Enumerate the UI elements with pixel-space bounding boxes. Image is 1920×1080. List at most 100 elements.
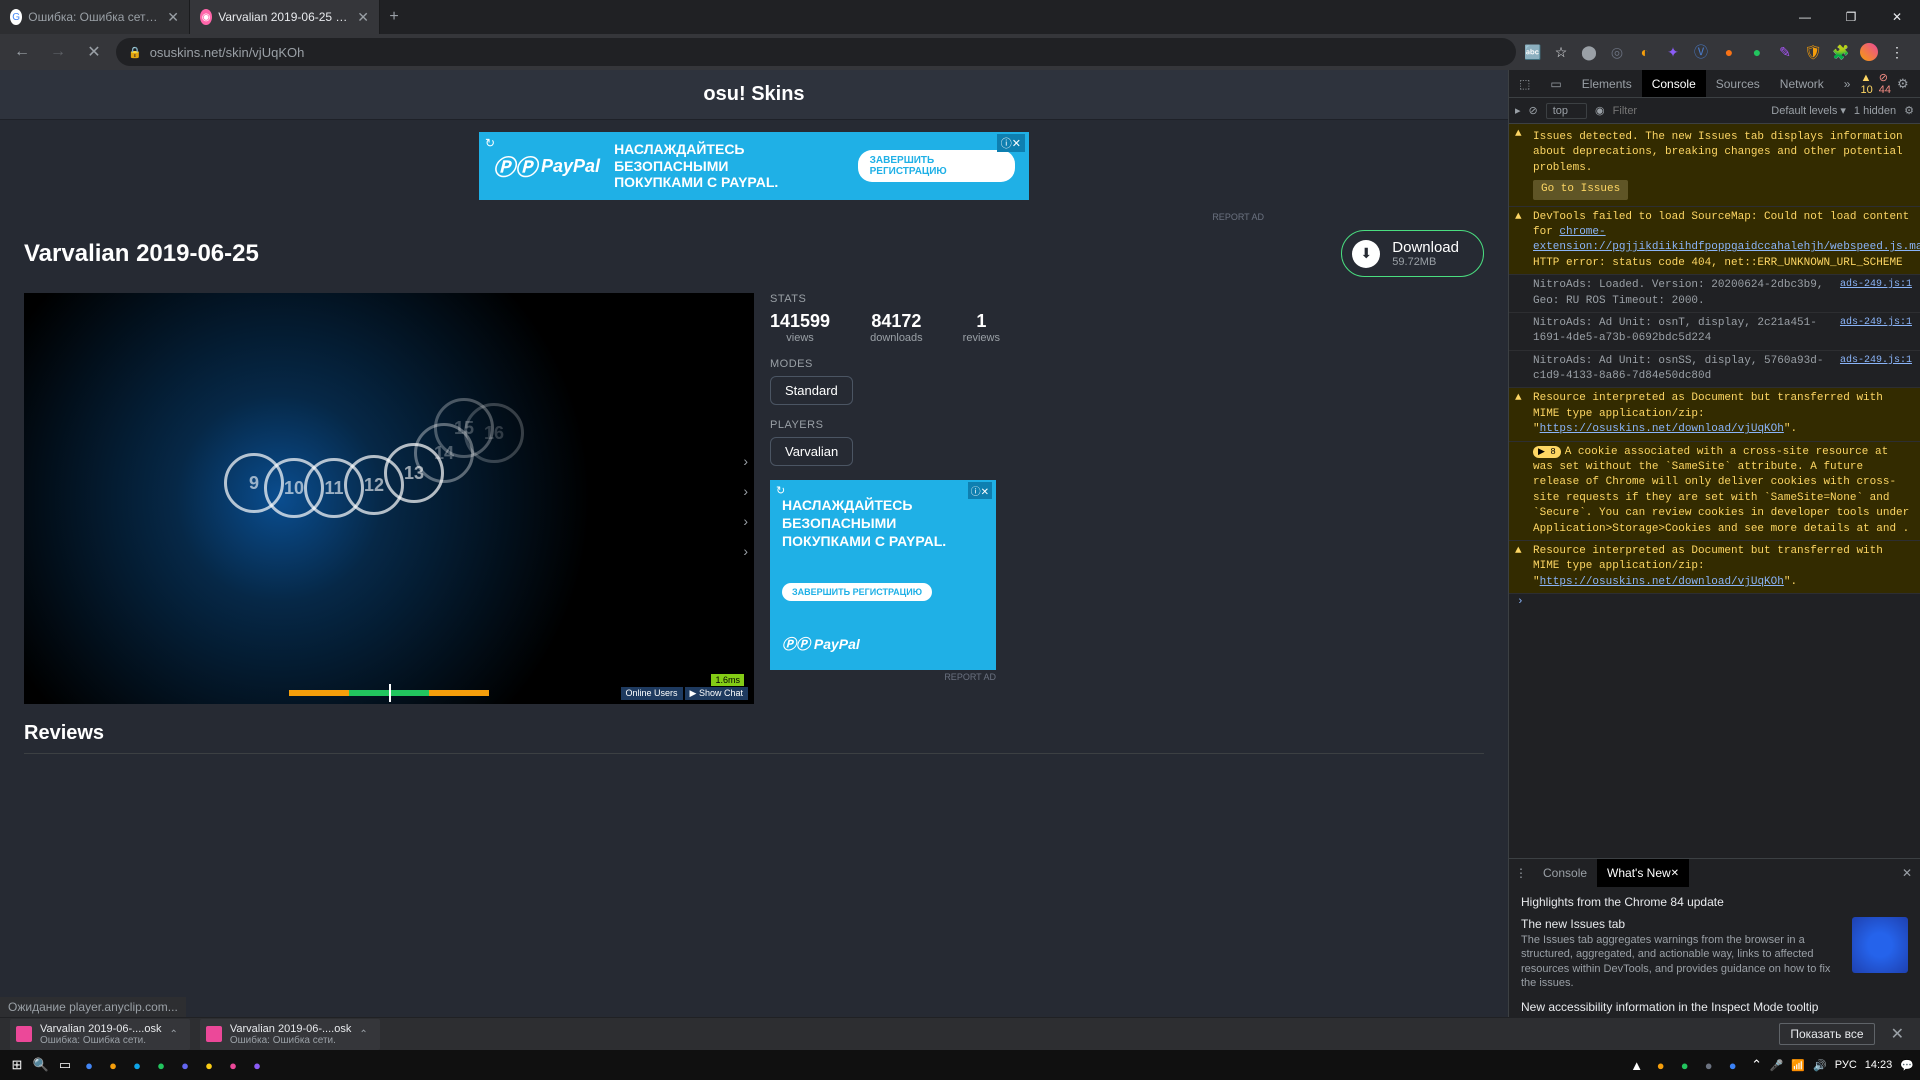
app-icon[interactable]: ● (78, 1054, 100, 1076)
tray-icon[interactable]: ● (1674, 1054, 1696, 1076)
report-ad-link[interactable]: REPORT AD (770, 672, 996, 682)
maximize-button[interactable]: ❐ (1828, 0, 1874, 34)
browser-tab[interactable]: ◉ Varvalian 2019-06-25 - osu! Skin ✕ (190, 0, 380, 34)
ad-close-icon[interactable]: ⓘ✕ (997, 134, 1025, 152)
extensions-menu-icon[interactable]: 🧩 (1832, 43, 1850, 61)
extension-icon[interactable]: 🛡 (1804, 43, 1822, 61)
app-icon[interactable]: ● (246, 1054, 268, 1076)
show-chat-button[interactable]: ▶ Show Chat (685, 687, 748, 700)
reload-icon[interactable]: ↻ (485, 136, 495, 150)
translate-icon[interactable]: 🔤 (1524, 43, 1542, 61)
browser-tab[interactable]: G Ошибка: Ошибка сети - Google ✕ (0, 0, 190, 34)
console-prompt[interactable]: › (1509, 594, 1920, 610)
app-icon[interactable]: ● (102, 1054, 124, 1076)
reload-stop-button[interactable]: ✕ (80, 38, 108, 66)
profile-icon[interactable] (1860, 43, 1878, 61)
download-button[interactable]: ⬇ Download 59.72MB (1341, 230, 1484, 277)
menu-icon[interactable]: ⋮ (1888, 43, 1906, 61)
chevron-up-icon[interactable]: ⌃ (359, 1029, 367, 1040)
new-tab-button[interactable]: + (380, 0, 408, 34)
banner-ad[interactable]: ↻ ⓘ✕ ⓅⓅPayPal НАСЛАЖДАЙТЕСЬ БЕЗОПАСНЫМИ … (479, 132, 1029, 200)
close-icon[interactable]: ✕ (167, 9, 179, 26)
eye-icon[interactable]: ◉ (1595, 104, 1605, 117)
bookmark-icon[interactable]: ☆ (1552, 43, 1570, 61)
online-users[interactable]: Online Users (621, 687, 683, 700)
tab-console[interactable]: Console (1642, 70, 1706, 97)
notifications-icon[interactable]: 💬 (1900, 1059, 1914, 1072)
start-button[interactable]: ⊞ (6, 1054, 28, 1076)
back-button[interactable]: ← (8, 38, 36, 66)
show-all-downloads-button[interactable]: Показать все (1779, 1023, 1874, 1045)
close-icon[interactable]: ✕ (1885, 1024, 1910, 1044)
highlight-item[interactable]: New accessibility information in the Ins… (1521, 1000, 1908, 1017)
chevron-up-icon[interactable]: ⌃ (169, 1029, 177, 1040)
clear-icon[interactable]: ⊘ (1529, 104, 1538, 117)
filter-input[interactable] (1613, 105, 1693, 117)
download-item[interactable]: Varvalian 2019-06-....oskОшибка: Ошибка … (10, 1019, 190, 1050)
drawer-tab-whatsnew[interactable]: What's New ✕ (1597, 859, 1689, 887)
ad-cta-button[interactable]: ЗАВЕРШИТЬ РЕГИСТРАЦИЮ (782, 583, 932, 601)
carousel-arrows[interactable]: ›››› (743, 453, 748, 559)
extension-icon[interactable]: ◐ (1636, 43, 1654, 61)
warn-count[interactable]: ▲ 10 (1860, 72, 1872, 96)
device-icon[interactable]: ▭ (1540, 70, 1571, 97)
tab-elements[interactable]: Elements (1572, 70, 1642, 97)
status-bar: Ожидание player.anyclip.com... (0, 997, 186, 1017)
tray-icon[interactable]: ● (1722, 1054, 1744, 1076)
menu-icon[interactable]: ⋮ (1509, 866, 1533, 880)
app-icon[interactable]: ● (174, 1054, 196, 1076)
highlight-item[interactable]: The new Issues tabThe Issues tab aggrega… (1521, 917, 1908, 990)
extension-icon[interactable]: ✦ (1664, 43, 1682, 61)
search-icon[interactable]: 🔍 (30, 1054, 52, 1076)
tray-icon[interactable]: ● (1650, 1054, 1672, 1076)
volume-icon[interactable]: 🔊 (1813, 1059, 1827, 1072)
gear-icon[interactable]: ⚙ (1904, 104, 1914, 117)
tab-sources[interactable]: Sources (1706, 70, 1770, 97)
language-indicator[interactable]: РУС (1835, 1059, 1857, 1071)
tray-icon[interactable]: ● (1698, 1054, 1720, 1076)
extension-icon[interactable]: ◎ (1608, 43, 1626, 61)
stat-reviews: 1reviews (963, 311, 1000, 344)
levels-select[interactable]: Default levels ▾ (1771, 104, 1846, 117)
report-ad-link[interactable]: REPORT AD (24, 212, 1264, 222)
extension-icon[interactable]: ● (1748, 43, 1766, 61)
err-count[interactable]: ⊘ 44 (1879, 71, 1891, 96)
menu-icon[interactable]: ⋮ (1915, 76, 1920, 92)
go-to-issues-button[interactable]: Go to Issues (1533, 180, 1628, 199)
tab-network[interactable]: Network (1770, 70, 1834, 97)
ad-cta-button[interactable]: ЗАВЕРШИТЬ РЕГИСТРАЦИЮ (858, 150, 1015, 182)
gear-icon[interactable]: ⚙ (1897, 76, 1909, 92)
extension-icon[interactable]: ⬤ (1580, 43, 1598, 61)
clock[interactable]: 14:23 (1865, 1059, 1893, 1071)
inspect-icon[interactable]: ⬚ (1509, 70, 1540, 97)
sidebar-ad[interactable]: ↻ ⓘ✕ НАСЛАЖДАЙТЕСЬ БЕЗОПАСНЫМИ ПОКУПКАМИ… (770, 480, 996, 670)
app-icon[interactable]: ● (198, 1054, 220, 1076)
close-icon[interactable]: ✕ (357, 9, 369, 26)
app-icon[interactable]: ● (222, 1054, 244, 1076)
more-tabs-icon[interactable]: » (1834, 70, 1861, 97)
download-item[interactable]: Varvalian 2019-06-....oskОшибка: Ошибка … (200, 1019, 380, 1050)
close-icon[interactable]: ✕ (1894, 866, 1920, 880)
wifi-icon[interactable]: 📶 (1791, 1059, 1805, 1072)
taskview-icon[interactable]: ▭ (54, 1054, 76, 1076)
extension-icon[interactable]: Ⓥ (1692, 43, 1710, 61)
extension-icon[interactable]: ✎ (1776, 43, 1794, 61)
reload-icon[interactable]: ↻ (776, 484, 785, 497)
tray-icon[interactable]: ▲ (1626, 1054, 1648, 1076)
context-select[interactable]: top (1546, 103, 1587, 119)
forward-button[interactable]: → (44, 38, 72, 66)
extension-icon[interactable]: ● (1720, 43, 1738, 61)
eye-icon[interactable]: ▸ (1515, 104, 1521, 117)
drawer-tab-console[interactable]: Console (1533, 859, 1597, 887)
player-chip[interactable]: Varvalian (770, 437, 853, 466)
address-bar[interactable]: 🔒 osuskins.net/skin/vjUqKOh (116, 38, 1516, 66)
app-icon[interactable]: ● (150, 1054, 172, 1076)
close-window-button[interactable]: ✕ (1874, 0, 1920, 34)
ad-close-icon[interactable]: ⓘ✕ (968, 482, 992, 499)
microphone-icon[interactable]: 🎤 (1770, 1059, 1784, 1072)
minimize-button[interactable]: — (1782, 0, 1828, 34)
chevron-up-icon[interactable]: ⌃ (1746, 1054, 1768, 1076)
app-icon[interactable]: ● (126, 1054, 148, 1076)
mode-chip[interactable]: Standard (770, 376, 853, 405)
ad-text: НАСЛАЖДАЙТЕСЬ БЕЗОПАСНЫМИ ПОКУПКАМИ С PA… (782, 496, 984, 551)
